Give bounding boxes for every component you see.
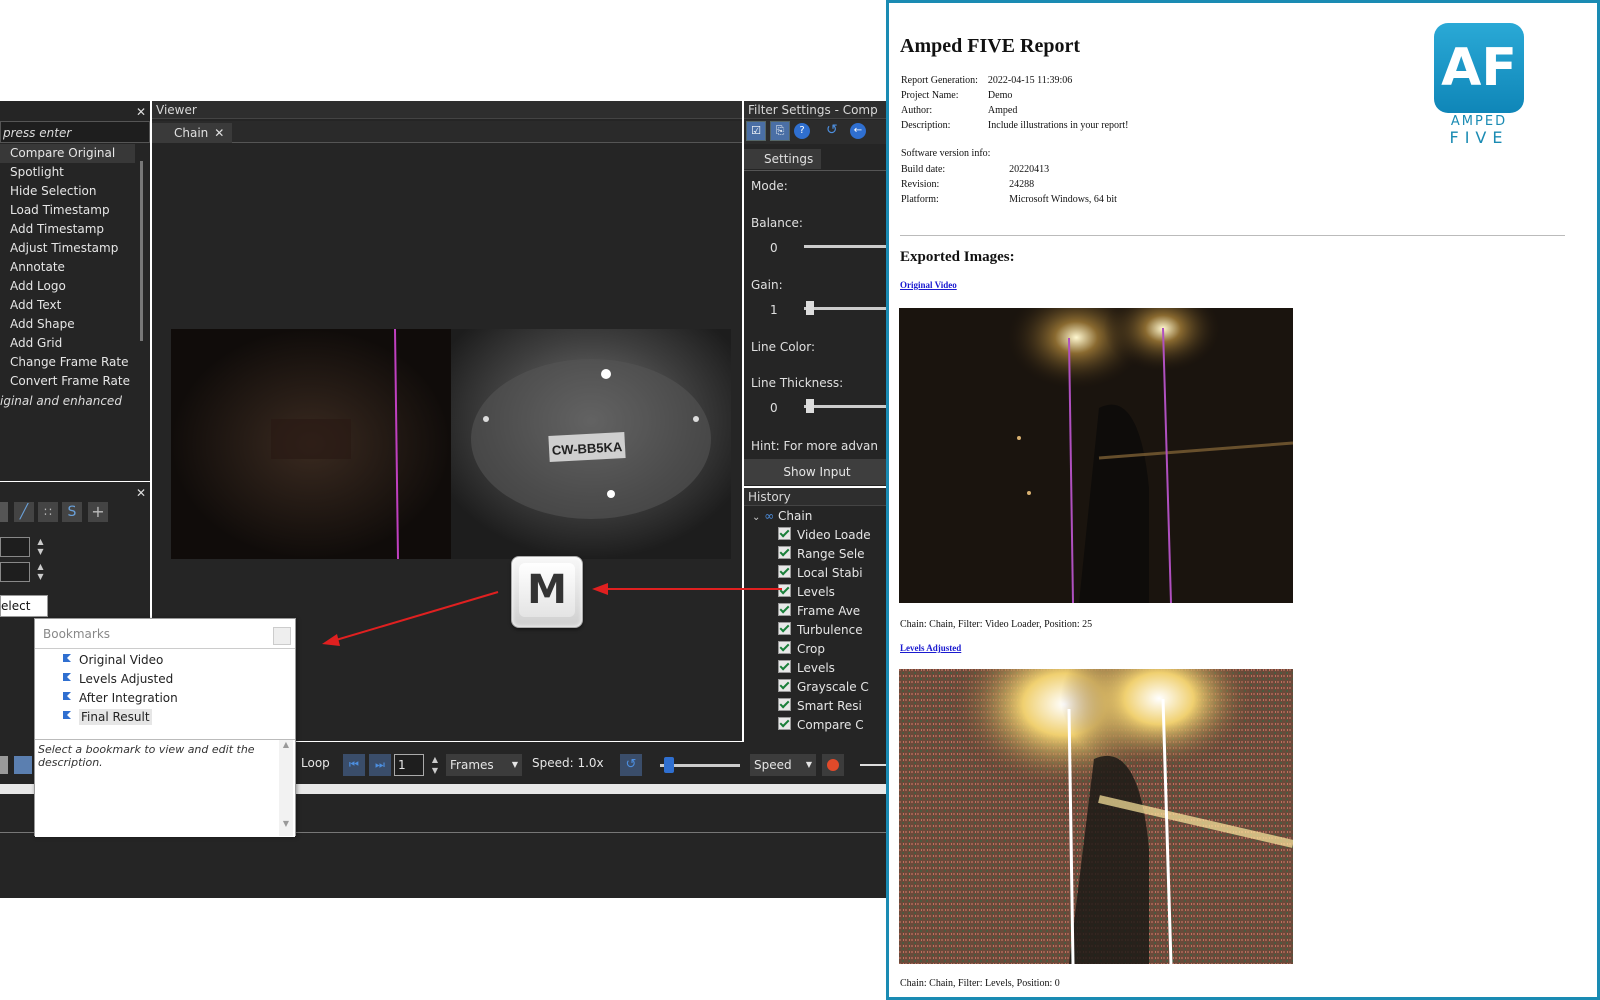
meta-value: Demo	[987, 90, 1013, 101]
meta-row: Build date: 20220413	[901, 162, 1117, 177]
image-link-levels[interactable]: Levels Adjusted	[900, 643, 961, 653]
arrow-to-bookmarks	[335, 591, 499, 641]
amped-five-app: ✕ press enter Compare Original Spotlight H…	[0, 0, 890, 900]
annotation-arrows	[322, 583, 782, 646]
software-meta: Build date: 20220413 Revision: 24288 Platfor…	[901, 162, 1117, 207]
meta-value: 24288	[1009, 179, 1035, 190]
arrow-head-to-key	[592, 583, 608, 595]
report-title: Amped FIVE Report	[900, 35, 1080, 57]
meta-value: 20220413	[1009, 164, 1050, 175]
report-image-original	[899, 308, 1294, 604]
report-meta: Report Generation: 2022-04-15 11:39:06 Pro…	[901, 73, 1128, 133]
report-image-levels	[899, 669, 1294, 965]
meta-row: Description: Include illustrations in you…	[901, 118, 1128, 133]
image-link-original[interactable]: Original Video	[900, 280, 957, 290]
meta-row: Project Name: Demo	[901, 88, 1128, 103]
amped-logo: AF	[1434, 23, 1524, 113]
image-caption-original: Chain: Chain, Filter: Video Loader, Posi…	[900, 619, 1093, 630]
meta-key: Project Name:	[901, 90, 959, 101]
meta-row: Report Generation: 2022-04-15 11:39:06	[901, 73, 1128, 88]
meta-key: Revision:	[901, 179, 940, 190]
meta-value: Amped	[987, 105, 1018, 116]
meta-row: Revision: 24288	[901, 177, 1117, 192]
meta-value: Include illustrations in your report!	[987, 120, 1129, 131]
meta-value: Microsoft Windows, 64 bit	[1009, 194, 1117, 205]
exported-images-heading: Exported Images:	[900, 249, 1015, 265]
report-divider	[900, 235, 1565, 236]
meta-value: 2022-04-15 11:39:06	[987, 75, 1073, 86]
meta-key: Build date:	[901, 164, 946, 175]
image-caption-levels: Chain: Chain, Filter: Levels, Position: …	[900, 978, 1060, 989]
meta-key: Platform:	[901, 194, 939, 205]
logo-text-five: FIVE	[1449, 128, 1509, 147]
meta-row: Platform: Microsoft Windows, 64 bit	[901, 192, 1117, 207]
arrow-head-to-bookmarks	[322, 634, 340, 646]
meta-row: Author: Amped	[901, 103, 1128, 118]
meta-key: Description:	[901, 120, 951, 131]
logo-text-amped: AMPED	[1450, 114, 1508, 129]
meta-key: Report Generation:	[901, 75, 978, 86]
meta-key: Author:	[901, 105, 933, 116]
software-heading: Software version info:	[901, 148, 991, 159]
report-document: Amped FIVE Report Report Generation: 2022…	[886, 0, 1600, 1000]
